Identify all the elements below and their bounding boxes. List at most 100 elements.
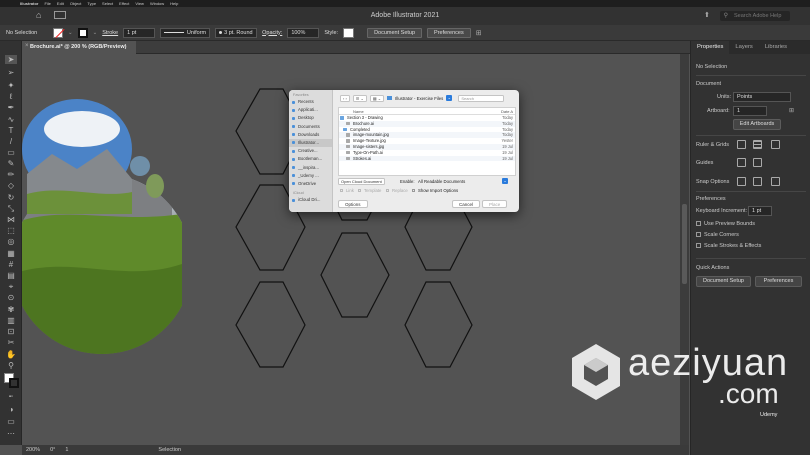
blend-tool-icon[interactable]: ⊙ — [5, 293, 17, 302]
sidebar-item-illustrator[interactable]: Illustrator... — [289, 138, 332, 148]
drawing-mode-icon[interactable]: ◑ — [5, 405, 17, 414]
gradient-tool-icon[interactable]: ▤ — [5, 271, 17, 280]
dialog-search-input[interactable]: Search — [458, 94, 505, 102]
menu-type[interactable]: Type — [87, 1, 96, 6]
ruler-icon[interactable] — [737, 140, 746, 149]
graph-tool-icon[interactable]: ▥ — [5, 316, 17, 325]
snap-to-pixel-icon[interactable] — [771, 177, 780, 186]
magic-wand-tool-icon[interactable]: ✦ — [5, 81, 17, 90]
lasso-tool-icon[interactable]: ℓ — [5, 92, 17, 101]
sidebar-item-icloud-drive[interactable]: iCloud Dri... — [289, 196, 332, 204]
menu-window[interactable]: Window — [150, 1, 164, 6]
width-tool-icon[interactable]: ⋈ — [5, 215, 17, 224]
color-mode-icon[interactable]: ▪▫ — [5, 393, 17, 402]
link-checkbox[interactable]: Link — [340, 188, 354, 193]
screen-mode-icon[interactable]: ▭ — [5, 417, 17, 426]
fill-stroke-swatches[interactable] — [4, 373, 19, 388]
help-search-input[interactable]: Search Adobe Help — [720, 11, 790, 21]
lock-guides-icon[interactable] — [753, 158, 762, 167]
slice-tool-icon[interactable]: ✂ — [5, 338, 17, 347]
opacity-label[interactable]: Opacity: — [262, 30, 282, 36]
type-tool-icon[interactable]: T — [5, 126, 17, 135]
place-button[interactable]: Place — [482, 200, 508, 208]
close-tab-icon[interactable]: × — [25, 43, 29, 49]
pencil-tool-icon[interactable]: ✏ — [5, 170, 17, 179]
scale-tool-icon[interactable]: ⤡ — [5, 204, 17, 213]
template-checkbox[interactable]: Template — [358, 188, 381, 193]
pen-tool-icon[interactable]: ✒ — [5, 103, 17, 112]
enable-select[interactable]: All Readable Documents — [418, 179, 465, 184]
back-forward-buttons[interactable]: ‹ › — [340, 94, 350, 102]
location-label[interactable]: Illustrator - Exercise Files — [395, 96, 443, 101]
list-item[interactable]: Strokes.ai 19 Jul — [339, 155, 515, 162]
workspace-switcher-icon[interactable] — [54, 11, 66, 19]
rectangle-tool-icon[interactable]: ▭ — [5, 148, 17, 157]
stroke-swatch[interactable] — [77, 27, 88, 38]
column-name[interactable]: Name — [353, 108, 364, 114]
eyedropper-tool-icon[interactable]: ⌖ — [5, 282, 17, 291]
brush-select[interactable]: 3 pt. Round — [215, 27, 258, 38]
symbol-sprayer-tool-icon[interactable]: ✾ — [5, 305, 17, 314]
tab-libraries[interactable]: Libraries — [759, 41, 793, 54]
menu-edit[interactable]: Edit — [57, 1, 64, 6]
view-mode-button[interactable]: ☰ ⌄ — [352, 94, 367, 102]
artboard-number[interactable]: 1 — [65, 447, 68, 453]
edit-artboards-button[interactable]: Edit Artboards — [733, 119, 781, 130]
rotation-angle[interactable]: 0° — [50, 447, 55, 453]
sidebar-item-downloads[interactable]: Downloads — [289, 131, 332, 139]
shape-builder-tool-icon[interactable]: ◎ — [5, 237, 17, 246]
column-date[interactable]: Date A — [501, 108, 513, 114]
tab-properties[interactable]: Properties — [691, 41, 730, 54]
group-button[interactable]: ▦ ⌄ — [369, 94, 385, 102]
location-chevron-icon[interactable]: ⌄ — [446, 95, 453, 101]
sidebar-item-documents[interactable]: Documents — [289, 123, 332, 131]
sidebar-item-inspiration[interactable]: __inspira... — [289, 164, 332, 172]
sidebar-item-bootleman[interactable]: Bootleman... — [289, 155, 332, 163]
pixel-grid-icon[interactable] — [771, 140, 780, 149]
arrange-documents-icon[interactable]: ⊞ — [476, 29, 482, 37]
document-setup-button[interactable]: Document Setup — [367, 27, 423, 38]
enable-chevron-icon[interactable]: ⌄ — [502, 178, 508, 184]
stroke-weight-field[interactable]: 1 pt — [123, 27, 156, 38]
stroke-label[interactable]: Stroke — [102, 30, 118, 36]
open-cloud-document-button[interactable]: Open Cloud Document — [338, 178, 385, 185]
replace-checkbox[interactable]: Replace — [386, 188, 408, 193]
scale-corners-checkbox[interactable]: Scale Corners — [696, 232, 739, 238]
document-setup-panel-button[interactable]: Document Setup — [696, 276, 751, 287]
free-transform-tool-icon[interactable]: ⬚ — [5, 226, 17, 235]
line-tool-icon[interactable]: / — [5, 137, 17, 146]
artboard-tool-icon[interactable]: ⊡ — [5, 327, 17, 336]
snap-to-glyph-icon[interactable] — [753, 177, 762, 186]
show-import-options-checkbox[interactable]: Show Import Options — [412, 188, 458, 193]
snap-to-point-icon[interactable] — [737, 177, 746, 186]
sidebar-item-onedrive[interactable]: OneDrive — [289, 180, 332, 188]
menu-file[interactable]: File — [44, 1, 50, 6]
artboard-select[interactable]: 1 — [733, 106, 767, 116]
opacity-field[interactable]: 100% — [287, 27, 320, 38]
paintbrush-tool-icon[interactable]: ✎ — [5, 159, 17, 168]
options-button[interactable]: Options — [338, 200, 368, 208]
menu-view[interactable]: View — [135, 1, 144, 6]
tab-layers[interactable]: Layers — [729, 41, 758, 54]
zoom-level[interactable]: 200% — [26, 447, 40, 453]
menu-object[interactable]: Object — [70, 1, 82, 6]
sidebar-item-recents[interactable]: Recents — [289, 98, 332, 106]
file-list[interactable]: Name Date A Section 3 - Drawing Today Broc… — [338, 107, 516, 176]
artboard-options-icon[interactable]: ⊞ — [789, 107, 794, 114]
scale-strokes-checkbox[interactable]: Scale Strokes & Effects — [696, 243, 761, 249]
style-swatch[interactable] — [343, 27, 355, 38]
grid-icon[interactable] — [753, 140, 762, 149]
sidebar-item-applications[interactable]: Applicati... — [289, 106, 332, 114]
units-select[interactable]: Points — [733, 92, 791, 102]
menu-illustrator[interactable]: Illustrator — [20, 1, 38, 6]
direct-selection-tool-icon[interactable]: ➢ — [5, 68, 17, 77]
curvature-tool-icon[interactable]: ∿ — [5, 115, 17, 124]
keyboard-increment-field[interactable]: 1 pt — [748, 206, 772, 216]
more-tools-icon[interactable]: ⋯ — [5, 429, 17, 438]
home-icon[interactable]: ⌂ — [36, 10, 41, 20]
preferences-button[interactable]: Preferences — [427, 27, 471, 38]
rotate-tool-icon[interactable]: ↻ — [5, 193, 17, 202]
preferences-panel-button[interactable]: Preferences — [755, 276, 802, 287]
chevron-down-icon[interactable]: ⌄ — [68, 30, 73, 36]
show-guides-icon[interactable] — [737, 158, 746, 167]
